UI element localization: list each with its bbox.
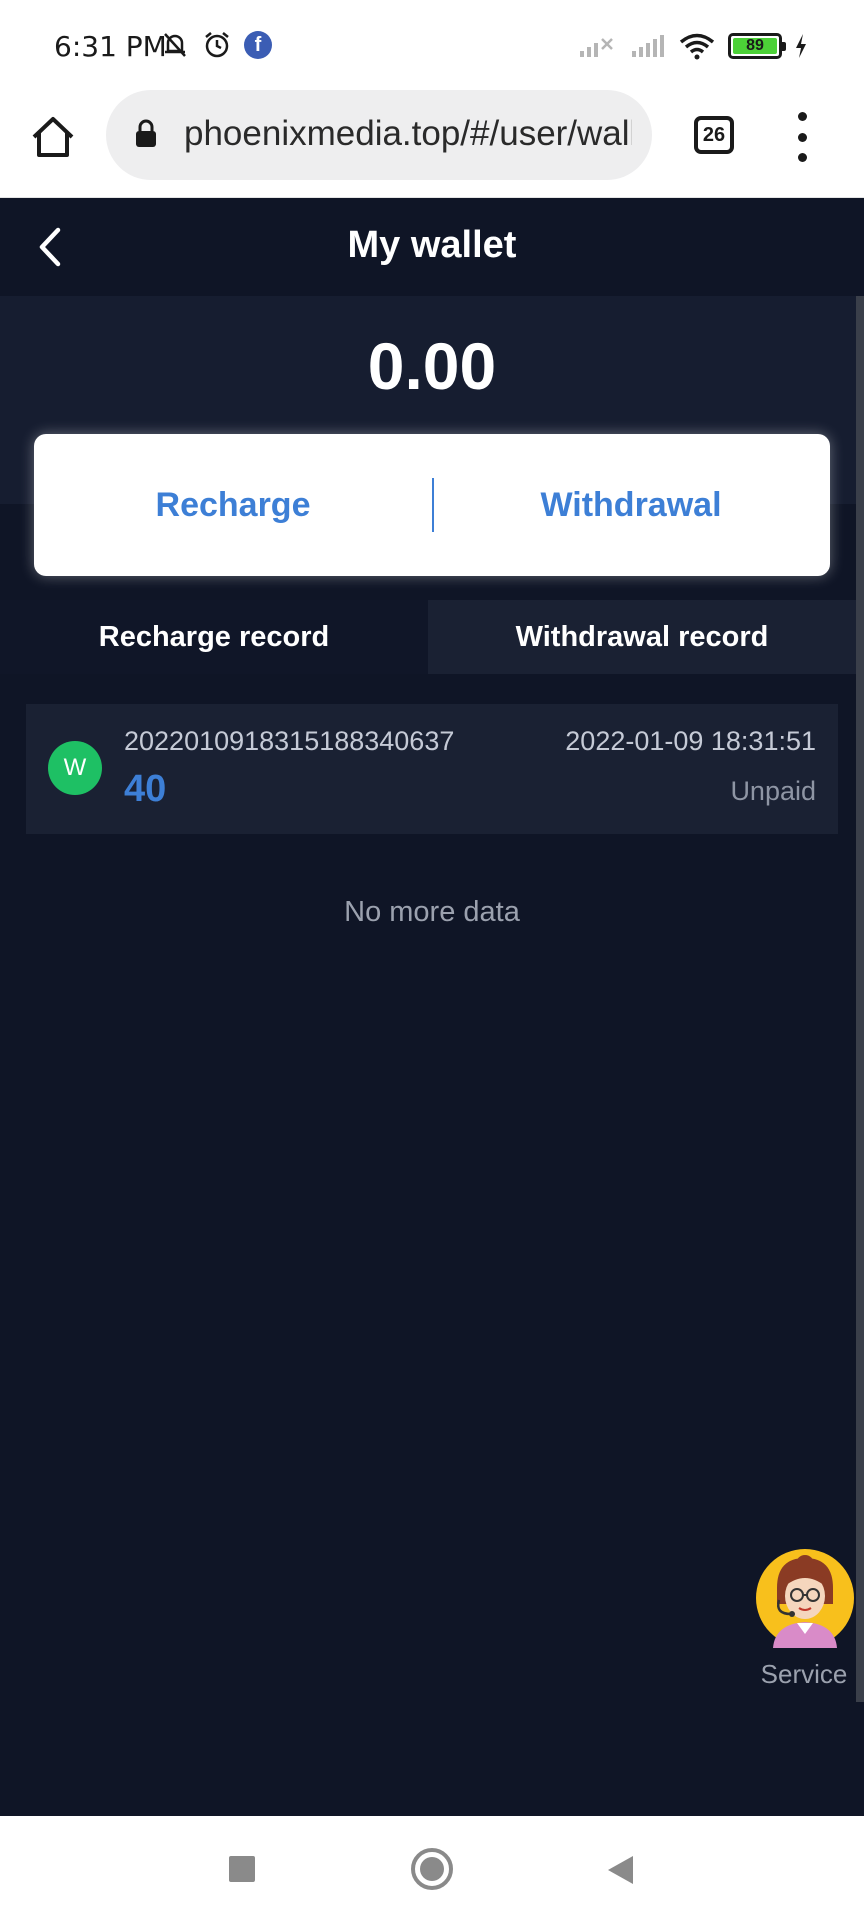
recents-square-icon[interactable] bbox=[229, 1856, 255, 1882]
status-left-icons: f bbox=[160, 30, 272, 60]
status-badge: Unpaid bbox=[730, 776, 816, 806]
status-time: 6:31 PM bbox=[54, 30, 167, 63]
signal-icon bbox=[632, 35, 664, 57]
record-amount: 40 bbox=[124, 768, 167, 810]
back-triangle-icon[interactable] bbox=[605, 1854, 635, 1886]
page-title: My wallet bbox=[347, 224, 517, 266]
record-order-number: 2022010918315188340637 bbox=[124, 726, 455, 756]
battery-cap bbox=[782, 42, 786, 51]
wifi-icon bbox=[679, 33, 715, 60]
alarm-icon bbox=[205, 32, 229, 58]
wallet-actions: Recharge Withdrawal bbox=[34, 434, 830, 576]
battery-icon: 89 bbox=[728, 33, 786, 59]
address-bar[interactable]: phoenixmedia.top/#/user/wallet bbox=[106, 90, 652, 180]
lock-icon bbox=[136, 119, 156, 147]
record-tabs: Recharge record Withdrawal record bbox=[0, 600, 856, 674]
facebook-icon: f bbox=[244, 31, 272, 59]
system-nav-bar bbox=[0, 1816, 864, 1920]
service-button[interactable]: Service bbox=[752, 1548, 856, 1690]
more-dot-icon bbox=[797, 153, 807, 162]
balance-amount: 0.00 bbox=[367, 329, 497, 403]
app-header: My wallet bbox=[0, 198, 864, 296]
scrollbar[interactable] bbox=[856, 296, 864, 1702]
status-bar: 6:31 PM f 89 bbox=[0, 0, 864, 88]
home-icon bbox=[32, 117, 74, 157]
withdrawal-button[interactable]: Withdrawal bbox=[432, 434, 830, 576]
tab-recharge-record[interactable]: Recharge record bbox=[0, 600, 428, 674]
status-right-icons: 89 bbox=[578, 32, 808, 60]
record-timestamp: 2022-01-09 18:31:51 bbox=[565, 726, 816, 756]
record-type-avatar: W bbox=[48, 741, 102, 795]
battery-level: 89 bbox=[746, 37, 764, 54]
customer-service-avatar-icon bbox=[756, 1549, 854, 1648]
no-more-data-text: No more data bbox=[344, 896, 520, 928]
signal-x-icon bbox=[580, 38, 613, 57]
browser-toolbar: phoenixmedia.top/#/user/wallet 26 bbox=[0, 88, 864, 198]
more-dot-icon bbox=[797, 112, 807, 121]
charging-icon bbox=[796, 34, 806, 58]
tab-withdrawal-record[interactable]: Withdrawal record bbox=[428, 600, 856, 674]
home-button[interactable] bbox=[24, 108, 82, 166]
url-text: phoenixmedia.top/#/user/wallet bbox=[184, 114, 632, 153]
mute-bell-icon bbox=[164, 33, 186, 57]
service-label: Service bbox=[760, 1659, 848, 1689]
tab-switcher-button[interactable]: 26 bbox=[694, 116, 734, 154]
more-dot-icon bbox=[797, 132, 807, 142]
more-menu-button[interactable] bbox=[786, 112, 818, 162]
list-item[interactable]: W 2022010918315188340637 40 2022-01-09 1… bbox=[26, 704, 838, 834]
recharge-button[interactable]: Recharge bbox=[34, 434, 432, 576]
home-circle-inner bbox=[420, 1857, 444, 1881]
home-circle-icon[interactable] bbox=[411, 1848, 453, 1890]
